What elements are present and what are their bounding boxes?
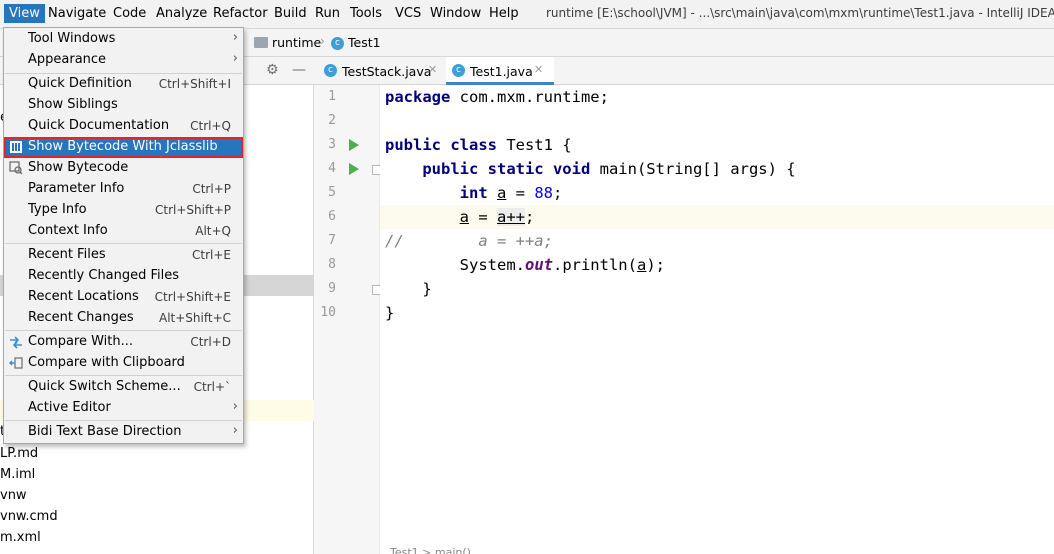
menu-item-recent-changes[interactable]: Recent Changes Alt+Shift+C xyxy=(4,308,243,329)
submenu-arrow-icon: › xyxy=(232,399,238,414)
menu-help[interactable]: Help xyxy=(489,6,519,21)
tree-row[interactable]: vnw.cmd xyxy=(0,509,58,524)
code-line-5: int a = 88; xyxy=(459,184,563,202)
tab-test1-java[interactable]: c Test1.java ✕ xyxy=(446,57,554,85)
line-number: 9 xyxy=(328,281,336,296)
menu-item-bidi-text-base-direction[interactable]: Bidi Text Base Direction › xyxy=(4,422,243,443)
line-number: 4 xyxy=(328,161,336,176)
code-line-3: public class Test1 { xyxy=(385,136,572,154)
menu-item-tool-windows[interactable]: Tool Windows › xyxy=(4,29,243,50)
close-icon[interactable]: ✕ xyxy=(534,63,543,76)
tree-row[interactable]: m.xml xyxy=(0,530,41,545)
line-number: 2 xyxy=(328,113,336,128)
tree-row[interactable]: M.iml xyxy=(0,467,35,482)
menu-separator xyxy=(5,375,242,376)
menu-item-context-info[interactable]: Context Info Alt+Q xyxy=(4,221,243,242)
menu-item-recent-files[interactable]: Recent Files Ctrl+E xyxy=(4,245,243,266)
submenu-arrow-icon: › xyxy=(232,30,238,45)
menu-item-quick-definition[interactable]: Quick Definition Ctrl+Shift+I xyxy=(4,74,243,95)
menu-run[interactable]: Run xyxy=(315,6,340,21)
menu-build[interactable]: Build xyxy=(274,6,307,21)
class-icon: c xyxy=(331,37,344,50)
menu-code[interactable]: Code xyxy=(113,6,146,21)
menu-item-appearance[interactable]: Appearance › xyxy=(4,50,243,71)
menu-bar: View Navigate Code Analyze Refactor Buil… xyxy=(0,0,1054,29)
tab-label: Test1.java xyxy=(470,64,533,79)
view-menu-dropdown: Tool Windows › Appearance › Quick Defini… xyxy=(3,27,244,444)
code-line-10: } xyxy=(385,304,395,322)
clipboard-icon xyxy=(8,356,23,370)
window-title: runtime [E:\school\JVM] - ...\src\main\j… xyxy=(546,6,1054,20)
breadcrumb-runtime[interactable]: runtime xyxy=(272,35,321,50)
tree-row[interactable]: LP.md xyxy=(0,446,38,461)
bytecode-icon xyxy=(9,161,23,175)
breadcrumb-separator: › xyxy=(320,34,325,48)
class-icon: c xyxy=(452,64,465,77)
line-number: 3 xyxy=(328,137,336,152)
tab-label: TestStack.java xyxy=(342,64,432,79)
menu-item-show-bytecode-jclasslib[interactable]: Show Bytecode With Jclasslib xyxy=(4,137,243,158)
menu-separator xyxy=(5,420,242,421)
line-number: 5 xyxy=(328,185,336,200)
line-number: 10 xyxy=(320,305,336,320)
menu-item-show-bytecode[interactable]: Show Bytecode xyxy=(4,158,243,179)
menu-item-recently-changed-files[interactable]: Recently Changed Files xyxy=(4,266,243,287)
menu-refactor[interactable]: Refactor xyxy=(213,6,268,21)
menu-item-compare-with-clipboard[interactable]: Compare with Clipboard xyxy=(4,353,243,374)
breadcrumb-test1[interactable]: Test1 xyxy=(348,35,381,50)
menu-item-parameter-info[interactable]: Parameter Info Ctrl+P xyxy=(4,179,243,200)
class-icon: c xyxy=(324,64,337,77)
menu-item-active-editor[interactable]: Active Editor › xyxy=(4,398,243,419)
line-number: 1 xyxy=(328,89,336,104)
editor-gutter: 1 2 3 4 5 6 7 8 9 10 xyxy=(314,85,382,554)
line-number: 6 xyxy=(328,209,336,224)
tab-teststack-java[interactable]: c TestStack.java ✕ xyxy=(318,57,442,85)
code-line-1: package com.mxm.runtime; xyxy=(385,88,609,106)
minimize-icon[interactable]: — xyxy=(292,62,306,78)
code-line-9: } xyxy=(422,280,432,298)
code-line-7: // a = ++a; xyxy=(385,232,553,250)
compare-icon xyxy=(9,335,23,349)
menu-item-show-siblings[interactable]: Show Siblings xyxy=(4,95,243,116)
menu-view[interactable]: View xyxy=(4,4,45,23)
menu-tools[interactable]: Tools xyxy=(350,6,382,21)
submenu-arrow-icon: › xyxy=(232,51,238,66)
line-number: 7 xyxy=(328,233,336,248)
code-line-8: System.out.println(a); xyxy=(459,256,665,274)
menu-item-compare-with[interactable]: Compare With... Ctrl+D xyxy=(4,332,243,353)
tree-row[interactable]: vnw xyxy=(0,488,27,503)
close-icon[interactable]: ✕ xyxy=(428,63,437,76)
menu-item-quick-switch-scheme[interactable]: Quick Switch Scheme... Ctrl+` xyxy=(4,377,243,398)
folder-icon xyxy=(254,37,268,48)
code-editor[interactable]: package com.mxm.runtime; public class Te… xyxy=(380,85,1054,554)
menu-navigate[interactable]: Navigate xyxy=(48,6,106,21)
menu-window[interactable]: Window xyxy=(430,6,481,21)
run-icon[interactable] xyxy=(349,139,359,151)
menu-analyze[interactable]: Analyze xyxy=(156,6,207,21)
jclasslib-icon xyxy=(9,140,23,154)
editor-breadcrumb-status: Test1 > main() xyxy=(390,546,471,554)
run-icon[interactable] xyxy=(349,163,359,175)
menu-item-type-info[interactable]: Type Info Ctrl+Shift+P xyxy=(4,200,243,221)
code-line-6: a = a++; xyxy=(459,208,535,226)
menu-vcs[interactable]: VCS xyxy=(395,6,421,21)
submenu-arrow-icon: › xyxy=(232,423,238,438)
editor-tab-bar: c TestStack.java ✕ c Test1.java ✕ xyxy=(314,57,1054,85)
menu-separator xyxy=(5,243,242,244)
gear-icon[interactable]: ⚙ xyxy=(266,62,279,78)
menu-item-recent-locations[interactable]: Recent Locations Ctrl+Shift+E xyxy=(4,287,243,308)
line-number: 8 xyxy=(328,257,336,272)
menu-item-quick-documentation[interactable]: Quick Documentation Ctrl+Q xyxy=(4,116,243,137)
menu-separator xyxy=(5,330,242,331)
code-line-4: public static void main(String[] args) { xyxy=(422,160,796,178)
